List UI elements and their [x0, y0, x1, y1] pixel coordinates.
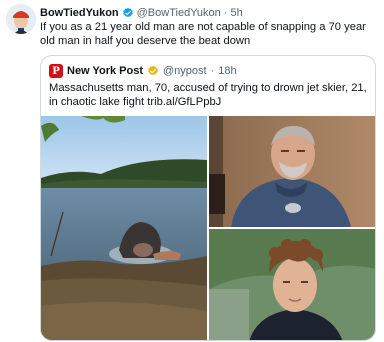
quoted-timestamp[interactable]: 18h — [218, 65, 236, 77]
quoted-author-name[interactable]: New York Post — [67, 65, 143, 77]
young-man-photo[interactable] — [209, 229, 375, 340]
quoted-header: P New York Post @nypost · 18h — [49, 63, 237, 79]
nypost-logo: P — [49, 64, 63, 78]
media-grid — [41, 116, 375, 340]
verified-badge-icon — [122, 7, 134, 19]
separator: · — [223, 6, 228, 19]
timestamp[interactable]: 5h — [230, 7, 242, 19]
avatar[interactable] — [6, 4, 36, 34]
lake-photo[interactable] — [41, 116, 207, 340]
older-man-photo[interactable] — [209, 116, 375, 227]
gold-verified-badge-icon — [147, 65, 159, 77]
author-name[interactable]: BowTiedYukon — [40, 7, 119, 19]
quoted-text: Massachusetts man, 70, accused of trying… — [49, 82, 367, 108]
quoted-separator: · — [210, 65, 215, 77]
quoted-tweet[interactable]: P New York Post @nypost · 18h Massachuse… — [40, 55, 376, 341]
tweet-text: If you as a 21 year old man are not capa… — [40, 21, 366, 47]
tweet[interactable]: BowTiedYukon @BowTiedYukon · 5h If you a… — [0, 0, 384, 342]
quoted-author-handle[interactable]: @nypost — [163, 65, 207, 77]
author-handle[interactable]: @BowTiedYukon — [137, 7, 221, 19]
tweet-header: BowTiedYukon @BowTiedYukon · 5h — [40, 5, 376, 20]
